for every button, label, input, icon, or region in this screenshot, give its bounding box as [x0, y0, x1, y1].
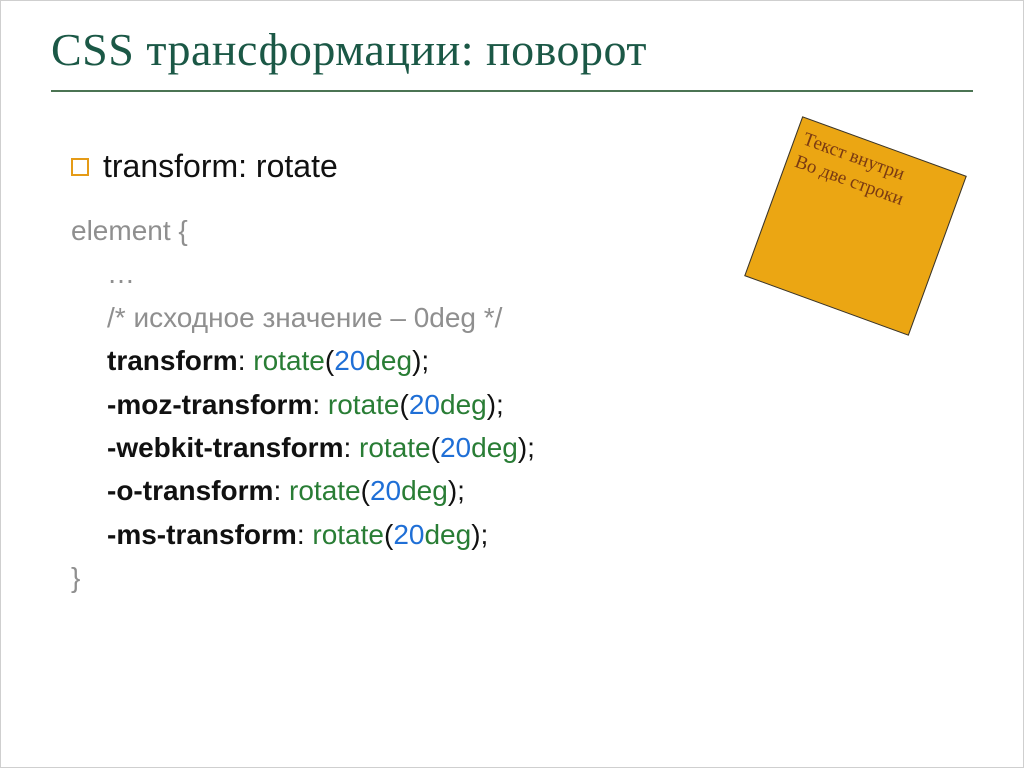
css-value-number: 20 — [409, 389, 440, 420]
css-property: -moz-transform — [107, 389, 312, 420]
css-function: rotate — [328, 389, 400, 420]
code-close-brace: } — [71, 562, 80, 593]
css-function: rotate — [312, 519, 384, 550]
css-value-number: 20 — [393, 519, 424, 550]
css-function: rotate — [253, 345, 325, 376]
code-line: -moz-transform: rotate(20deg); — [71, 383, 1023, 426]
code-line: transform: rotate(20deg); — [71, 339, 1023, 382]
css-value-unit: deg — [424, 519, 471, 550]
title-block: CSS трансформации: поворот — [51, 23, 973, 92]
code-line: -webkit-transform: rotate(20deg); — [71, 426, 1023, 469]
css-value-unit: deg — [471, 432, 518, 463]
code-line: -o-transform: rotate(20deg); — [71, 469, 1023, 512]
css-property: -ms-transform — [107, 519, 297, 550]
css-value-number: 20 — [334, 345, 365, 376]
code-selector: element { — [71, 215, 188, 246]
css-function: rotate — [289, 475, 361, 506]
bullet-icon — [71, 158, 89, 176]
code-line: -ms-transform: rotate(20deg); — [71, 513, 1023, 556]
css-property: -webkit-transform — [107, 432, 343, 463]
css-function: rotate — [359, 432, 431, 463]
css-value-number: 20 — [370, 475, 401, 506]
css-value-unit: deg — [365, 345, 412, 376]
css-property: transform — [107, 345, 238, 376]
code-ellipsis: … — [107, 258, 135, 289]
slide-title: CSS трансформации: поворот — [51, 23, 973, 76]
code-comment: /* исходное значение – 0deg */ — [107, 302, 502, 333]
slide: CSS трансформации: поворот transform: ro… — [0, 0, 1024, 768]
css-value-number: 20 — [440, 432, 471, 463]
css-value-unit: deg — [401, 475, 448, 506]
bullet-text: transform: rotate — [103, 148, 338, 185]
css-property: -o-transform — [107, 475, 273, 506]
css-value-unit: deg — [440, 389, 487, 420]
